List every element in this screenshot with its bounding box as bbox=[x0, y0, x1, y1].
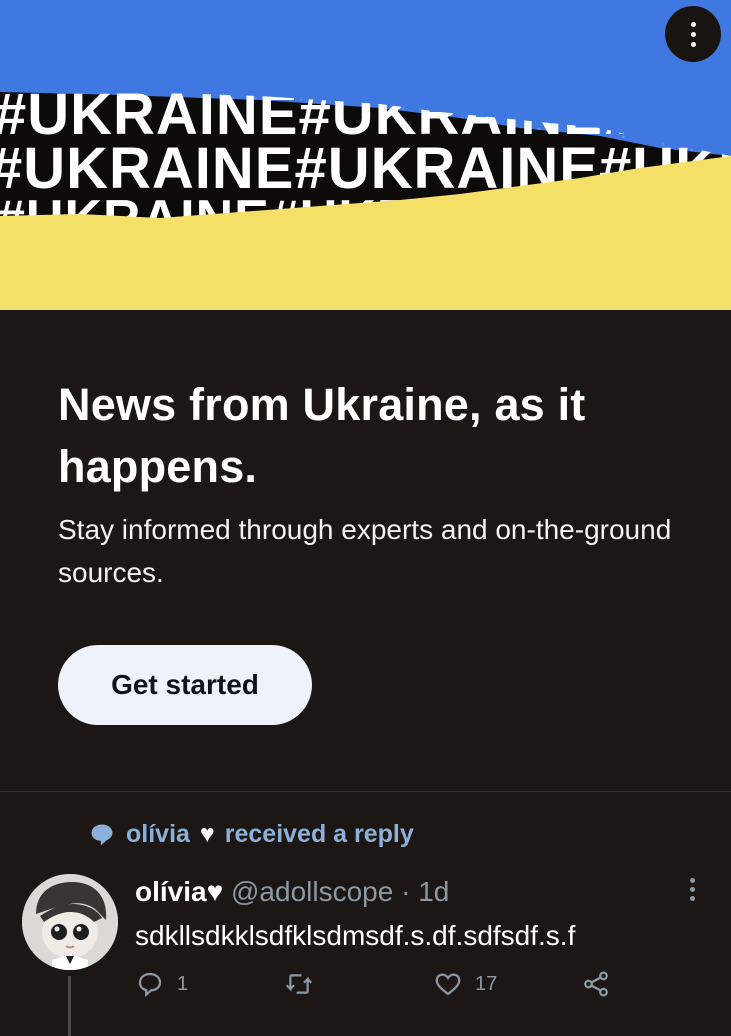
ukraine-hashtag-art: #UKRAINE#UKRAINE#UKRAINE #UKRAINE#UKRAIN… bbox=[0, 0, 731, 310]
promo-section: News from Ukraine, as it happens. Stay i… bbox=[0, 310, 731, 725]
white-heart-emoji-icon: ♥ bbox=[206, 876, 224, 907]
share-icon bbox=[584, 971, 608, 997]
tweet-more-icon[interactable] bbox=[690, 878, 695, 901]
retweet-icon bbox=[285, 974, 313, 994]
avatar-illustration bbox=[22, 874, 118, 970]
more-vertical-icon bbox=[690, 21, 696, 47]
tweet-display-name[interactable]: olívia bbox=[135, 876, 207, 907]
promo-subtitle: Stay informed through experts and on-the… bbox=[58, 514, 672, 588]
reply-icon bbox=[138, 972, 162, 998]
speech-bubble-icon bbox=[91, 824, 113, 845]
tweet-header: olívia♥ @adollscope · 1d bbox=[135, 874, 449, 910]
promo-title: News from Ukraine, as it happens. bbox=[58, 379, 586, 492]
tweet[interactable]: olívia♥ @adollscope · 1d sdkllsdkklsdfkl… bbox=[0, 866, 731, 1036]
social-context-suffix: received a reply bbox=[224, 820, 414, 848]
tweet-actions: 1 17 bbox=[135, 969, 635, 1009]
get-started-button[interactable]: Get started bbox=[58, 645, 312, 725]
thread-line bbox=[68, 976, 71, 1036]
tweet-separator: · bbox=[401, 876, 411, 907]
tweet-timestamp[interactable]: 1d bbox=[418, 876, 449, 907]
share-button[interactable] bbox=[581, 969, 611, 999]
section-divider bbox=[0, 791, 731, 792]
reply-count: 1 bbox=[177, 972, 189, 995]
tweet-handle[interactable]: @adollscope bbox=[231, 876, 393, 907]
like-button[interactable]: 17 bbox=[433, 969, 497, 999]
social-context-name: olívia bbox=[126, 820, 190, 848]
reply-button[interactable]: 1 bbox=[135, 969, 188, 999]
avatar[interactable] bbox=[22, 874, 118, 970]
retweet-button[interactable] bbox=[283, 969, 327, 999]
banner-more-button[interactable] bbox=[665, 6, 721, 62]
social-context[interactable]: olívia ♥ received a reply bbox=[88, 820, 414, 849]
promo-banner-image: #UKRAINE#UKRAINE#UKRAINE #UKRAINE#UKRAIN… bbox=[0, 0, 731, 310]
heart-icon bbox=[435, 973, 461, 996]
tweet-text: sdkllsdkklsdfklsdmsdf.s.df.sdfsdf.s.f bbox=[135, 920, 576, 951]
like-count: 17 bbox=[475, 972, 498, 995]
white-heart-emoji-icon: ♥ bbox=[199, 820, 215, 848]
